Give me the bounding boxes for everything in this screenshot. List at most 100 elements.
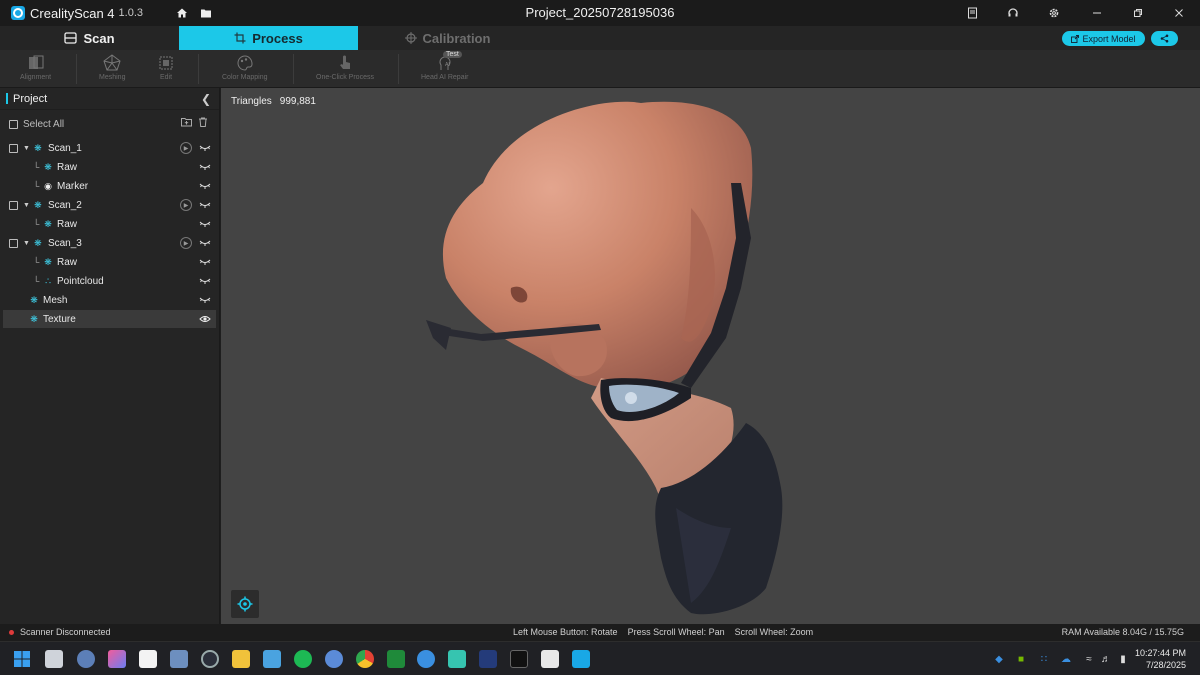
bluetooth-icon[interactable]: ∷ xyxy=(1038,653,1050,665)
tab-calibration-label: Calibration xyxy=(422,30,491,46)
play-icon[interactable]: ▶ xyxy=(180,199,192,211)
tree-item-texture[interactable]: ❋ Texture xyxy=(3,310,216,328)
tab-scan[interactable]: Scan xyxy=(0,26,179,50)
game-app-icon[interactable] xyxy=(479,650,497,668)
tab-scan-label: Scan xyxy=(83,30,115,46)
app-name: CrealityScan 4 xyxy=(30,5,115,21)
eye-closed-icon[interactable] xyxy=(198,142,211,154)
scan-2-checkbox[interactable] xyxy=(9,200,18,210)
select-all-checkbox[interactable] xyxy=(9,119,18,129)
minimize-icon[interactable] xyxy=(1090,6,1104,20)
clock-time: 10:27:44 PM xyxy=(1134,648,1186,658)
expand-caret-icon[interactable]: ▼ xyxy=(23,202,30,209)
xbox-icon[interactable] xyxy=(387,650,405,668)
recenter-view-button[interactable] xyxy=(231,590,259,618)
new-folder-icon[interactable] xyxy=(181,117,192,127)
crealityscan-taskbar-icon[interactable] xyxy=(572,650,590,668)
copilot-icon[interactable] xyxy=(108,650,126,668)
collapse-chevron-icon[interactable]: ❮ xyxy=(201,92,211,106)
expand-caret-icon[interactable]: ▼ xyxy=(23,145,30,152)
battery-icon[interactable]: ▮ xyxy=(1117,653,1129,665)
onedrive-icon[interactable]: ☁ xyxy=(1060,653,1072,665)
news-app-icon[interactable] xyxy=(510,650,528,668)
start-windows-icon[interactable] xyxy=(13,650,31,668)
eye-closed-icon[interactable] xyxy=(198,180,211,192)
qbittorrent-icon[interactable] xyxy=(325,650,343,668)
tree-item-scan-3[interactable]: ▼ ❋ Scan_3 ▶ xyxy=(3,234,216,252)
task-view-icon[interactable] xyxy=(45,650,63,668)
tab-calibration[interactable]: Calibration xyxy=(358,26,537,50)
close-icon[interactable] xyxy=(1172,6,1186,20)
pointcloud-icon: ∴ xyxy=(45,275,51,286)
eye-closed-icon[interactable] xyxy=(198,237,211,249)
edit-tool-button[interactable]: Edit xyxy=(156,52,176,81)
speedometer-icon[interactable] xyxy=(201,650,219,668)
meshing-tool-button[interactable]: Meshing xyxy=(99,52,125,81)
play-icon[interactable]: ▶ xyxy=(180,142,192,154)
one-click-process-button[interactable]: One-Click Process xyxy=(316,52,374,81)
head-ai-repair-button[interactable]: AI Test Head AI Repair xyxy=(421,51,468,81)
raw-icon: ❋ xyxy=(44,218,52,229)
notepad-icon[interactable] xyxy=(263,650,281,668)
volume-icon[interactable]: ♬ xyxy=(1100,653,1112,665)
tree-branch-line: └ xyxy=(33,181,40,191)
expand-caret-icon[interactable]: ▼ xyxy=(23,240,30,247)
eye-closed-icon[interactable] xyxy=(198,275,211,287)
edit-icon xyxy=(156,52,176,74)
nvidia-icon[interactable]: ■ xyxy=(1015,653,1027,665)
export-model-button[interactable]: Export Model xyxy=(1062,31,1145,46)
document-app-icon[interactable] xyxy=(541,650,559,668)
eye-open-icon[interactable] xyxy=(198,313,211,325)
tab-process[interactable]: Process xyxy=(179,26,358,50)
settings-app-icon[interactable] xyxy=(77,650,95,668)
home-icon[interactable] xyxy=(175,6,189,20)
tree-item-mesh[interactable]: ❋ Mesh xyxy=(3,291,216,309)
file-explorer-icon[interactable] xyxy=(232,650,250,668)
play-icon[interactable]: ▶ xyxy=(180,237,192,249)
title-bar: CrealityScan 4 1.0.3 Project_20250728195… xyxy=(0,0,1200,26)
restore-icon[interactable] xyxy=(1131,6,1145,20)
scan-1-checkbox[interactable] xyxy=(9,143,18,153)
tree-item-raw[interactable]: └ ❋ Raw xyxy=(3,253,216,271)
people-icon[interactable] xyxy=(417,650,435,668)
tree-item-raw[interactable]: └ ❋ Raw xyxy=(3,158,216,176)
eye-closed-icon[interactable] xyxy=(198,218,211,230)
tree-item-scan-1[interactable]: ▼ ❋ Scan_1 ▶ xyxy=(3,139,216,157)
defender-shield-icon[interactable]: ◆ xyxy=(993,653,1005,665)
hint-rotate: Left Mouse Button: Rotate xyxy=(513,627,618,637)
folder-icon[interactable] xyxy=(199,6,213,20)
support-headset-icon[interactable] xyxy=(1006,6,1020,20)
photos-icon[interactable] xyxy=(448,650,466,668)
eye-closed-icon[interactable] xyxy=(198,161,211,173)
wifi-icon[interactable]: ≈ xyxy=(1083,653,1095,665)
tree-item-marker[interactable]: └ ◉ Marker xyxy=(3,177,216,195)
tree-branch-line: └ xyxy=(33,219,40,229)
tree-item-raw[interactable]: └ ❋ Raw xyxy=(3,215,216,233)
spotify-icon[interactable] xyxy=(294,650,312,668)
eye-closed-icon[interactable] xyxy=(198,256,211,268)
export-icon xyxy=(1071,34,1080,43)
notes-icon[interactable] xyxy=(965,6,979,20)
share-button[interactable] xyxy=(1151,31,1178,46)
delete-trash-icon[interactable] xyxy=(198,117,208,127)
app-version: 1.0.3 xyxy=(118,7,144,19)
chrome-icon[interactable] xyxy=(356,650,374,668)
scan-3-checkbox[interactable] xyxy=(9,238,18,248)
system-clock[interactable]: 10:27:44 PM 7/28/2025 xyxy=(1135,647,1186,671)
edit-label: Edit xyxy=(159,74,173,81)
settings-gear-icon[interactable] xyxy=(1047,6,1061,20)
scanned-head-model xyxy=(426,101,783,615)
calculator-icon[interactable] xyxy=(170,650,188,668)
microsoft-store-icon[interactable] xyxy=(139,650,157,668)
tree-item-pointcloud[interactable]: └ ∴ Pointcloud xyxy=(3,272,216,290)
color-mapping-tool-button[interactable]: Color Mapping xyxy=(222,52,268,81)
3d-viewport[interactable]: Triangles 999,881 xyxy=(221,88,1200,624)
tree-item-scan-2[interactable]: ▼ ❋ Scan_2 ▶ xyxy=(3,196,216,214)
tree-item-label: Raw xyxy=(57,218,78,230)
share-icon xyxy=(1160,34,1169,43)
eye-closed-icon[interactable] xyxy=(198,199,211,211)
alignment-tool-button[interactable]: Alignment xyxy=(20,52,51,81)
scanner-status: Scanner Disconnected xyxy=(20,627,111,637)
eye-closed-icon[interactable] xyxy=(198,294,211,306)
tree-item-label: Scan_2 xyxy=(47,199,82,211)
